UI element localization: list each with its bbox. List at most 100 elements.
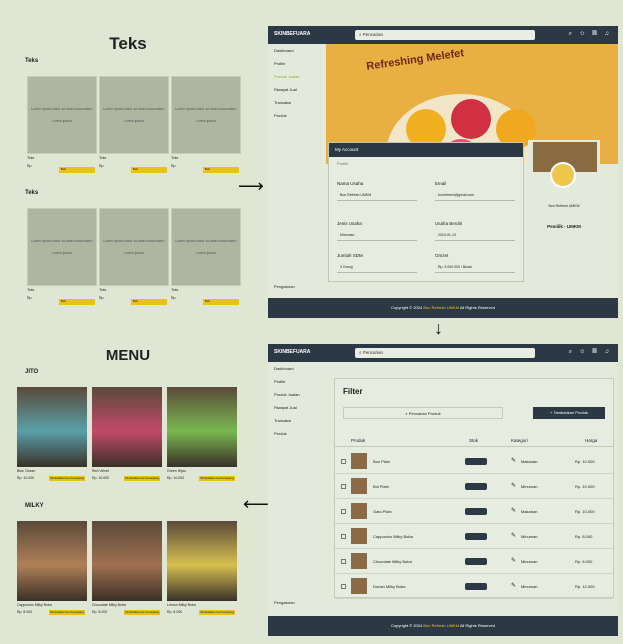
modal-title: My Account (329, 143, 523, 157)
row-checkbox[interactable] (341, 459, 346, 464)
sidebar-item-produk-jualan[interactable]: Produk Jualan (268, 388, 326, 401)
avatar[interactable] (550, 162, 576, 188)
add-to-cart-button[interactable]: Tambahkan ke Keranjang (199, 476, 235, 481)
col-header-stok: Stok (469, 438, 479, 443)
row-checkbox[interactable] (341, 584, 346, 589)
product-photo (17, 387, 87, 467)
sidebar-item-riwayat[interactable]: Riwayat Jual (268, 83, 326, 96)
menu-card[interactable]: Green Hijau Rp. 10.000 Tambahkan ke Keranj… (167, 387, 237, 481)
table-row[interactable]: Durian Milky Boba ✎ Minuman Rp. 12.000 (335, 574, 613, 599)
sidebar-item-dashboard[interactable]: Dashboard (268, 362, 326, 375)
buy-button[interactable]: Beli (203, 299, 239, 305)
product-thumbnail (351, 503, 367, 519)
category-icon: ✎ (511, 483, 517, 489)
product-category: Minuman (521, 584, 538, 589)
menu-card[interactable]: Lemon Milky Boba Rp. 8.000 Tambahkan ke Ke… (167, 521, 237, 615)
sidebar-item-produk[interactable]: Produk (268, 109, 326, 122)
stock-toggle[interactable] (465, 558, 487, 565)
buy-button[interactable]: Beli (203, 167, 239, 173)
brand-logo[interactable]: SKINBEFUARA (274, 31, 310, 37)
wireframe-card: Lorem ipsum dolor sit amet consectetur Lo… (27, 208, 97, 310)
sidebar-item-settings[interactable]: Pengaturan (274, 284, 295, 289)
row-checkbox[interactable] (341, 509, 346, 514)
product-name: Bon Plain (373, 459, 391, 464)
menu-card[interactable]: Chocolate Milky Boba Rp. 8.000 Tambahkan k… (92, 521, 162, 615)
sidebar-item-transaksi[interactable]: Transaksi (268, 414, 326, 427)
table-row[interactable]: Cappucino Milky Boba ✎ Minuman Rp. 8.000 (335, 524, 613, 549)
table-row[interactable]: Bon Plain ✎ Makanan Rp. 10.000 (335, 449, 613, 474)
buy-button[interactable]: Beli (59, 167, 95, 173)
stock-toggle[interactable] (465, 583, 487, 590)
table-row[interactable]: Bol Plain ✎ Minuman Rp. 10.000 (335, 474, 613, 499)
menu-card[interactable]: Cappucino Milky Boba Rp. 8.000 Tambahkan k… (17, 521, 87, 615)
stock-toggle[interactable] (465, 508, 487, 515)
search-input[interactable]: ⌕ Pencarian (355, 30, 535, 40)
buy-button[interactable]: Beli (131, 167, 167, 173)
products-page: SKINBEFUARA ⌕ Pencarian ⌕ ☆ ▤ ♫ Dashboar… (268, 344, 618, 636)
product-name: Durian Milky Boba (373, 584, 406, 589)
add-to-cart-button[interactable]: Tambahkan ke Keranjang (49, 476, 85, 481)
menu-title: MENU (105, 347, 151, 364)
menu-panel: MENU JITO MILKY Blue Ocean Rp. 10.000 Tamb… (15, 343, 241, 638)
account-page: SKINBEFUARA ⌕ Pencarian ⌕ ☆ ▤ ♫ Dashboar… (268, 26, 618, 318)
product-photo (92, 387, 162, 467)
buy-button[interactable]: Beli (131, 299, 167, 305)
row-checkbox[interactable] (341, 559, 346, 564)
product-photo (167, 387, 237, 467)
account-field-value[interactable]: 2024-01-10 (435, 231, 515, 241)
add-product-button[interactable]: + Tambahkan Produk (533, 407, 605, 419)
menu-section-label: JITO (25, 369, 39, 375)
wireframe-card: Lorem ipsum dolor sit amet consectetur Lo… (27, 76, 97, 178)
account-field-value[interactable]: Minuman (337, 231, 417, 241)
add-to-cart-button[interactable]: Tambahkan ke Keranjang (199, 610, 235, 615)
account-field-value[interactable]: 3 Orang (337, 263, 417, 273)
topbar: SKINBEFUARA ⌕ Pencarian ⌕ ☆ ▤ ♫ (268, 344, 618, 362)
account-field-value[interactable]: Bon Refresh UMKM (337, 191, 417, 201)
stock-toggle[interactable] (465, 483, 487, 490)
product-thumbnail (351, 453, 367, 469)
menu-card[interactable]: Blue Ocean Rp. 10.000 Tambahkan ke Keranja… (17, 387, 87, 481)
sidebar-item-produk[interactable]: Produk (268, 427, 326, 440)
menu-card[interactable]: Red Velvet Rp. 10.000 Tambahkan ke Keranja… (92, 387, 162, 481)
brand-logo[interactable]: SKINBEFUARA (274, 349, 310, 355)
banner-text: Refreshing Melefet (365, 47, 465, 73)
account-field: Jenis Usaha Minuman (337, 221, 417, 241)
image-placeholder: Lorem ipsum dolor sit amet consectetur Lo… (171, 208, 241, 286)
stock-toggle[interactable] (465, 458, 487, 465)
toolbar-icons[interactable]: ⌕ ☆ ▤ ♫ (569, 31, 612, 38)
product-name: Gato Plain (373, 509, 392, 514)
sidebar-item-profile[interactable]: Profile (268, 375, 326, 388)
row-checkbox[interactable] (341, 484, 346, 489)
footer: Copyright © 2024 Bon Refresh UMKM All Ri… (268, 616, 618, 636)
sidebar-item-produk-jualan[interactable]: Produk Jualan (268, 70, 326, 83)
account-field-value[interactable]: Rp. 3.000.000 / Bulan (435, 263, 515, 273)
image-placeholder: Lorem ipsum dolor sit amet consectetur Lo… (99, 208, 169, 286)
product-category: Makanan (521, 459, 538, 464)
add-to-cart-button[interactable]: Tambahkan ke Keranjang (49, 610, 85, 615)
stock-toggle[interactable] (465, 533, 487, 540)
image-placeholder: Lorem ipsum dolor sit amet consectetur Lo… (27, 208, 97, 286)
account-field: Usaha Berdiri 2024-01-10 (435, 221, 515, 241)
profile-name: Bon Refresh UMKM (548, 204, 580, 208)
sidebar-item-riwayat[interactable]: Riwayat Jual (268, 401, 326, 414)
product-category: Minuman (521, 559, 538, 564)
search-input[interactable]: ⌕ Pencarian (355, 348, 535, 358)
product-search-input[interactable]: ⌕ Pencarian Produk (343, 407, 503, 419)
table-row[interactable]: Chocolate Milky Boba ✎ Minuman Rp. 8.000 (335, 549, 613, 574)
sidebar-item-dashboard[interactable]: Dashboard (268, 44, 326, 57)
product-thumbnail (351, 528, 367, 544)
add-to-cart-button[interactable]: Tambahkan ke Keranjang (124, 610, 160, 615)
sidebar-item-profile[interactable]: Profile (268, 57, 326, 70)
account-field-value[interactable]: bonrefresh@gmail.com (435, 191, 515, 201)
buy-button[interactable]: Beli (59, 299, 95, 305)
toolbar-icons[interactable]: ⌕ ☆ ▤ ♫ (569, 349, 612, 356)
product-name: Chocolate Milky Boba (373, 559, 412, 564)
sidebar-item-settings[interactable]: Pengaturan (274, 600, 295, 605)
row-checkbox[interactable] (341, 534, 346, 539)
add-to-cart-button[interactable]: Tambahkan ke Keranjang (124, 476, 160, 481)
wireframe-card: Lorem ipsum dolor sit amet consectetur Lo… (171, 208, 241, 310)
sidebar-item-transaksi[interactable]: Transaksi (268, 96, 326, 109)
account-field: Omzet Rp. 3.000.000 / Bulan (435, 253, 515, 273)
table-row[interactable]: Gato Plain ✎ Makanan Rp. 10.000 (335, 499, 613, 524)
modal-subtitle: Profile (337, 161, 349, 166)
